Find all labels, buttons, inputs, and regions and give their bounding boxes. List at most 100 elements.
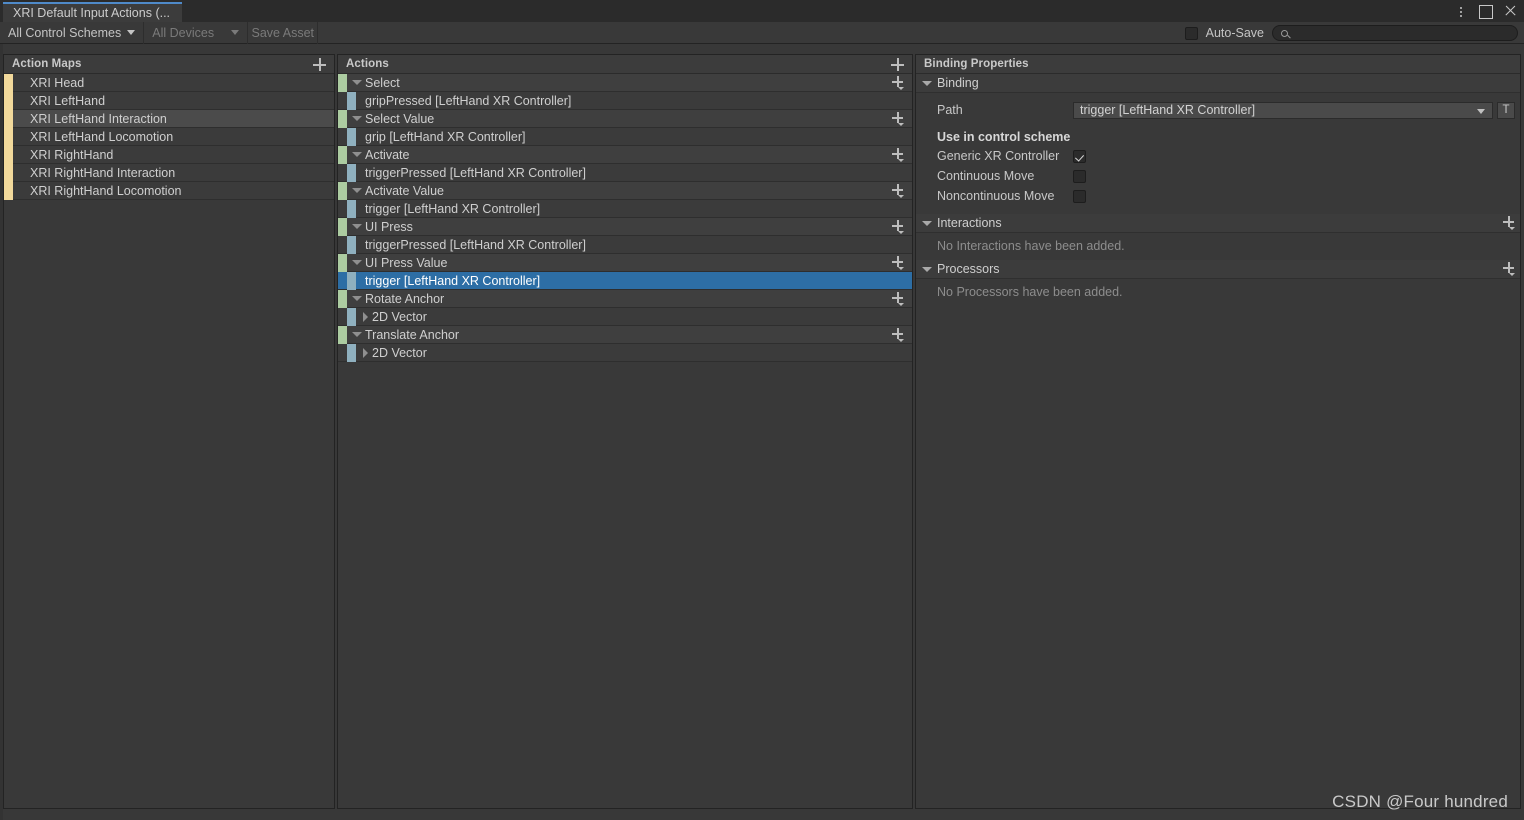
interactions-foldout[interactable]: Interactions: [916, 214, 1520, 233]
action-row[interactable]: UI Press: [338, 217, 912, 236]
control-scheme-checkbox[interactable]: [1073, 189, 1086, 203]
action-map-row[interactable]: XRI LeftHand Locomotion: [4, 127, 334, 146]
add-binding-button[interactable]: [892, 76, 904, 90]
action-maps-list[interactable]: XRI Head XRI LeftHand XRI LeftHand Interac…: [4, 74, 334, 808]
action-label: Rotate Anchor: [365, 291, 445, 306]
binding-label: trigger [LeftHand XR Controller]: [365, 201, 541, 216]
chevron-down-icon: [231, 30, 240, 35]
chevron-down-icon: [922, 266, 932, 272]
action-map-row[interactable]: XRI LeftHand: [4, 91, 334, 110]
add-processor-button[interactable]: [1503, 262, 1515, 276]
chevron-down-icon[interactable]: [352, 260, 362, 265]
add-binding-button[interactable]: [892, 148, 904, 162]
maximize-icon[interactable]: [1479, 4, 1493, 19]
add-action-map-button[interactable]: [313, 58, 326, 71]
control-schemes-dropdown[interactable]: All Control Schemes: [0, 21, 145, 44]
binding-color-swatch: [347, 91, 356, 110]
action-map-row[interactable]: XRI RightHand Interaction: [4, 163, 334, 182]
chevron-right-icon[interactable]: [363, 311, 368, 322]
asset-tab-label: XRI Default Input Actions (...: [13, 6, 171, 20]
action-map-row[interactable]: XRI LeftHand Interaction: [4, 109, 334, 128]
control-schemes-label: All Control Schemes: [8, 25, 122, 40]
action-color-swatch: [338, 145, 347, 164]
search-box[interactable]: [1272, 25, 1518, 41]
save-asset-label: Save Asset: [251, 25, 315, 40]
path-dropdown[interactable]: trigger [LeftHand XR Controller]: [1073, 101, 1493, 119]
devices-dropdown[interactable]: All Devices: [144, 21, 249, 44]
unity-input-actions-window: XRI Default Input Actions (... All Contr…: [0, 0, 1524, 820]
path-label: Path: [937, 103, 963, 117]
add-binding-button[interactable]: [892, 256, 904, 270]
chevron-down-icon: [127, 30, 136, 35]
binding-row[interactable]: grip [LeftHand XR Controller]: [338, 127, 912, 146]
more-options-icon[interactable]: [1454, 4, 1468, 18]
window-buttons: [1454, 0, 1518, 22]
add-binding-button[interactable]: [892, 184, 904, 198]
chevron-down-icon[interactable]: [352, 296, 362, 301]
chevron-down-icon[interactable]: [352, 224, 362, 229]
binding-row[interactable]: trigger [LeftHand XR Controller]: [338, 271, 912, 290]
action-row[interactable]: Translate Anchor: [338, 325, 912, 344]
action-row[interactable]: Activate Value: [338, 181, 912, 200]
action-map-label: XRI RightHand: [30, 147, 114, 162]
chevron-right-icon[interactable]: [363, 347, 368, 358]
chevron-down-icon[interactable]: [352, 332, 362, 337]
action-maps-panel: Action Maps XRI Head XRI LeftHand XRI Left…: [3, 54, 335, 809]
processors-foldout[interactable]: Processors: [916, 260, 1520, 279]
interactions-empty-text: No Interactions have been added.: [916, 233, 1520, 260]
chevron-down-icon[interactable]: [352, 116, 362, 121]
action-color-swatch: [338, 325, 347, 344]
binding-color-swatch: [347, 343, 356, 362]
action-row[interactable]: Activate: [338, 145, 912, 164]
action-row[interactable]: Select: [338, 74, 912, 92]
asset-tab[interactable]: XRI Default Input Actions (...: [3, 2, 183, 22]
close-icon[interactable]: [1504, 4, 1518, 18]
action-row[interactable]: Rotate Anchor: [338, 289, 912, 308]
action-label: Activate: [365, 147, 410, 162]
add-interaction-button[interactable]: [1503, 216, 1515, 230]
chevron-down-icon[interactable]: [352, 152, 362, 157]
chevron-down-icon: [1477, 108, 1485, 114]
control-scheme-checkbox[interactable]: [1073, 169, 1086, 183]
binding-row[interactable]: triggerPressed [LeftHand XR Controller]: [338, 163, 912, 182]
action-label: UI Press: [365, 219, 413, 234]
action-row[interactable]: Select Value: [338, 109, 912, 128]
action-map-row[interactable]: XRI Head: [4, 74, 334, 92]
composite-row[interactable]: 2D Vector: [338, 343, 912, 362]
action-map-color-swatch: [4, 91, 13, 110]
action-label: Select Value: [365, 111, 435, 126]
actions-header: Actions: [338, 55, 912, 74]
processors-title: Processors: [937, 262, 1000, 276]
binding-properties-title: Binding Properties: [924, 58, 1029, 70]
add-binding-button[interactable]: [892, 328, 904, 342]
action-map-row[interactable]: XRI RightHand Locomotion: [4, 181, 334, 200]
chevron-down-icon[interactable]: [352, 80, 362, 85]
processors-empty-text: No Processors have been added.: [916, 279, 1520, 306]
add-binding-button[interactable]: [892, 112, 904, 126]
add-binding-button[interactable]: [892, 292, 904, 306]
action-map-color-swatch: [4, 109, 13, 128]
search-input[interactable]: [1293, 27, 1493, 39]
chevron-down-icon[interactable]: [352, 188, 362, 193]
action-maps-header: Action Maps: [4, 55, 334, 74]
binding-row[interactable]: triggerPressed [LeftHand XR Controller]: [338, 235, 912, 254]
control-scheme-checkbox[interactable]: [1073, 149, 1086, 163]
action-map-row[interactable]: XRI RightHand: [4, 145, 334, 164]
binding-row[interactable]: gripPressed [LeftHand XR Controller]: [338, 91, 912, 110]
devices-label: All Devices: [152, 25, 215, 40]
search-icon: [1281, 29, 1288, 37]
binding-foldout[interactable]: Binding: [916, 74, 1520, 93]
path-text-mode-button[interactable]: T: [1497, 101, 1515, 119]
binding-row[interactable]: trigger [LeftHand XR Controller]: [338, 199, 912, 218]
path-value: trigger [LeftHand XR Controller]: [1080, 103, 1256, 117]
action-row[interactable]: UI Press Value: [338, 253, 912, 272]
action-color-swatch: [338, 109, 347, 128]
composite-row[interactable]: 2D Vector: [338, 307, 912, 326]
save-asset-button[interactable]: Save Asset: [248, 21, 319, 44]
actions-list[interactable]: Select gripPressed [LeftHand XR Controlle…: [338, 74, 912, 808]
chevron-down-icon: [922, 80, 932, 86]
action-map-label: XRI Head: [30, 75, 85, 90]
add-action-button[interactable]: [891, 58, 904, 71]
add-binding-button[interactable]: [892, 220, 904, 234]
auto-save-checkbox[interactable]: [1184, 26, 1198, 40]
